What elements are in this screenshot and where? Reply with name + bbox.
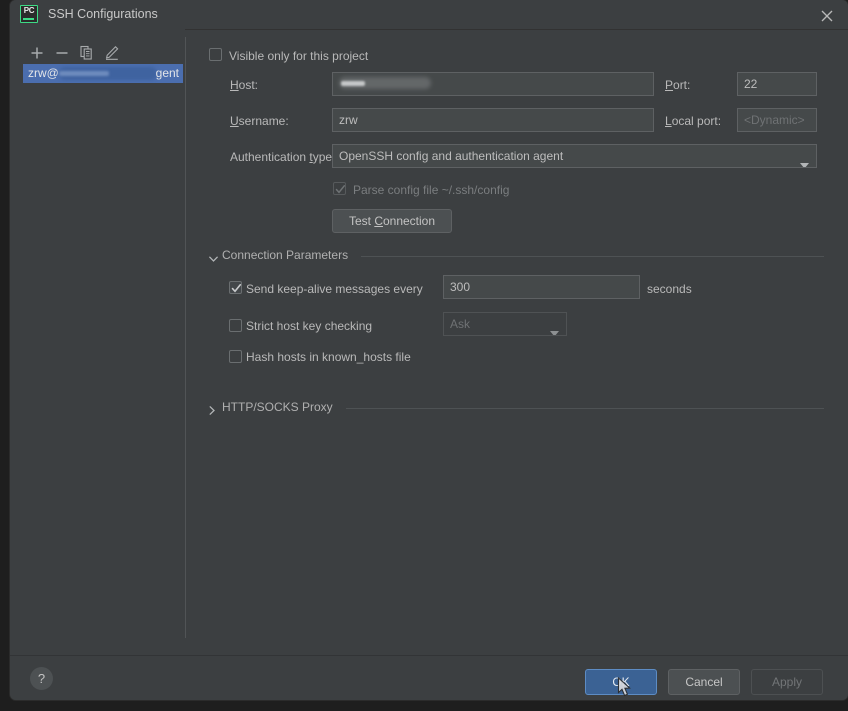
pencil-icon[interactable] bbox=[101, 42, 123, 64]
ok-button[interactable]: OK bbox=[585, 669, 657, 695]
port-label: Port: bbox=[665, 78, 691, 92]
ssh-configurations-dialog: PC SSH Configurations zrw@ gent Visible … bbox=[10, 0, 848, 700]
copy-icon[interactable] bbox=[76, 42, 98, 64]
configuration-form: Visible only for this project Host: Port… bbox=[186, 29, 848, 639]
auth-type-select[interactable]: OpenSSH config and authentication agent bbox=[332, 144, 817, 168]
close-icon[interactable] bbox=[806, 0, 848, 28]
help-button[interactable]: ? bbox=[30, 667, 53, 690]
visible-only-label: Visible only for this project bbox=[229, 49, 369, 63]
remove-button[interactable] bbox=[51, 42, 73, 64]
add-button[interactable] bbox=[26, 42, 48, 64]
strict-host-key-value: Ask bbox=[450, 317, 471, 331]
chevron-down-icon bbox=[800, 154, 809, 167]
strict-host-key-checkbox[interactable] bbox=[229, 319, 242, 332]
keep-alive-unit-label: seconds bbox=[647, 282, 692, 296]
username-input[interactable]: zrw bbox=[332, 108, 654, 132]
section-rule bbox=[346, 408, 824, 409]
parse-config-checkbox[interactable] bbox=[333, 182, 346, 195]
keep-alive-input[interactable]: 300 bbox=[443, 275, 640, 299]
redacted-host-value-highlight bbox=[341, 81, 365, 86]
cancel-button[interactable]: Cancel bbox=[668, 669, 740, 695]
pycharm-icon: PC bbox=[20, 5, 38, 23]
local-port-input[interactable]: <Dynamic> bbox=[737, 108, 817, 132]
dialog-title: SSH Configurations bbox=[48, 7, 158, 21]
dialog-titlebar: PC SSH Configurations bbox=[10, 0, 848, 30]
chevron-down-icon bbox=[550, 322, 559, 335]
hash-hosts-checkbox[interactable] bbox=[229, 350, 242, 363]
list-item-label-prefix: zrw@ bbox=[28, 66, 59, 80]
pycharm-icon-bar bbox=[23, 18, 34, 20]
list-item[interactable]: zrw@ gent bbox=[23, 64, 183, 83]
section-rule bbox=[361, 256, 824, 257]
chevron-right-icon bbox=[209, 404, 216, 418]
keep-alive-checkbox[interactable] bbox=[229, 281, 242, 294]
port-input[interactable]: 22 bbox=[737, 72, 817, 96]
visible-only-checkbox[interactable] bbox=[209, 48, 222, 61]
configurations-list-panel: zrw@ gent bbox=[10, 29, 185, 639]
parse-config-label: Parse config file ~/.ssh/config bbox=[353, 183, 510, 197]
strict-host-key-select[interactable]: Ask bbox=[443, 312, 567, 336]
connection-parameters-title: Connection Parameters bbox=[222, 248, 349, 262]
local-port-label: Local port: bbox=[665, 114, 722, 128]
connection-parameters-section-header[interactable]: Connection Parameters bbox=[209, 248, 824, 264]
proxy-section-header[interactable]: HTTP/SOCKS Proxy bbox=[209, 400, 824, 416]
strict-host-key-label: Strict host key checking bbox=[246, 319, 373, 333]
pycharm-icon-text: PC bbox=[23, 6, 35, 15]
host-input[interactable] bbox=[332, 72, 654, 96]
test-connection-button[interactable]: Test Connection bbox=[332, 209, 452, 233]
screen: PC SSH Configurations zrw@ gent Visible … bbox=[0, 0, 848, 711]
hash-hosts-label: Hash hosts in known_hosts file bbox=[246, 350, 411, 364]
redacted-host-smudge-highlight bbox=[59, 71, 109, 76]
proxy-section-title: HTTP/SOCKS Proxy bbox=[222, 400, 333, 414]
host-label: Host: bbox=[230, 78, 259, 92]
username-label: Username: bbox=[230, 114, 289, 128]
auth-type-label: Authentication type: bbox=[230, 150, 336, 164]
dialog-footer: ? OK Cancel Apply bbox=[10, 655, 848, 700]
auth-type-value: OpenSSH config and authentication agent bbox=[339, 149, 564, 163]
keep-alive-label: Send keep-alive messages every bbox=[246, 282, 423, 296]
list-item-label-suffix: gent bbox=[155, 66, 179, 80]
chevron-down-icon bbox=[209, 252, 218, 266]
apply-button[interactable]: Apply bbox=[751, 669, 823, 695]
